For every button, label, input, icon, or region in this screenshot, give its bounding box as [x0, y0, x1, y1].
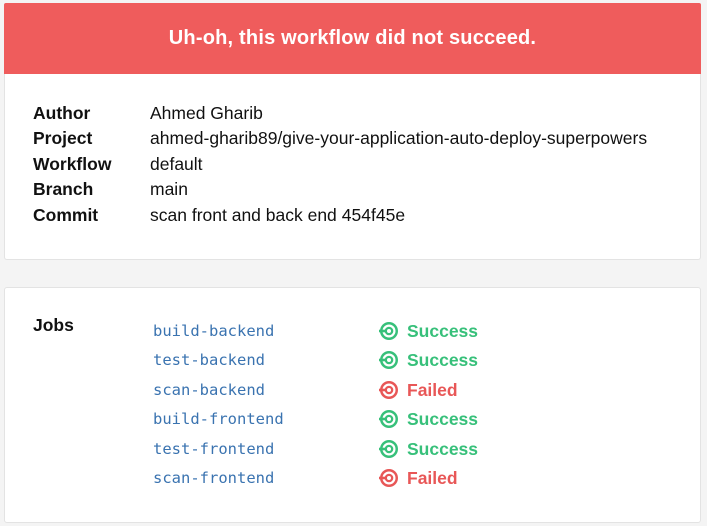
- job-status: Success: [379, 350, 478, 371]
- author-label: Author: [33, 102, 91, 123]
- job-row: scan-frontend Failed: [153, 466, 458, 490]
- failure-banner: Uh-oh, this workflow did not succeed.: [4, 3, 701, 74]
- workflow-label: Workflow: [33, 153, 112, 174]
- branch-label: Branch: [33, 178, 94, 199]
- job-status: Success: [379, 439, 478, 460]
- job-name-link[interactable]: scan-backend: [153, 381, 379, 399]
- commit-hash-link[interactable]: 454f45e: [342, 205, 405, 226]
- job-name-link[interactable]: build-frontend: [153, 410, 379, 428]
- job-row: scan-backend Failed: [153, 378, 458, 402]
- circleci-logo-icon: [379, 322, 398, 340]
- job-status-label: Success: [407, 349, 479, 370]
- jobs-label: Jobs: [33, 315, 74, 335]
- job-name-link[interactable]: test-frontend: [153, 440, 379, 458]
- job-status-label: Failed: [407, 379, 458, 400]
- job-status-label: Failed: [407, 467, 458, 488]
- job-row: build-frontend Success: [153, 407, 478, 431]
- job-status-label: Success: [407, 438, 479, 459]
- detail-row-branch: Branch main: [33, 177, 188, 201]
- workflow-link[interactable]: default: [150, 154, 203, 175]
- job-name-link[interactable]: build-backend: [153, 322, 379, 340]
- circleci-logo-icon: [379, 351, 398, 369]
- commit-label: Commit: [33, 204, 99, 225]
- detail-row-commit: Commit scan front and back end 454f45e: [33, 203, 405, 227]
- job-name-link[interactable]: test-backend: [153, 351, 379, 369]
- job-status: Success: [379, 409, 478, 430]
- job-status: Success: [379, 321, 478, 342]
- workflow-details-card: Author Ahmed Gharib Project ahmed-gharib…: [4, 74, 701, 260]
- detail-row-project: Project ahmed-gharib89/give-your-applica…: [33, 126, 647, 150]
- circleci-logo-icon: [379, 410, 398, 428]
- job-status: Failed: [379, 380, 458, 401]
- job-name-link[interactable]: scan-frontend: [153, 469, 379, 487]
- project-label: Project: [33, 127, 93, 148]
- job-status-label: Success: [407, 320, 479, 341]
- circleci-logo-icon: [379, 381, 398, 399]
- job-row: test-frontend Success: [153, 437, 478, 461]
- author-link[interactable]: Ahmed Gharib: [150, 103, 263, 124]
- job-status-label: Success: [407, 408, 479, 429]
- banner-title: Uh-oh, this workflow did not succeed.: [168, 27, 537, 49]
- job-row: build-backend Success: [153, 319, 478, 343]
- jobs-card: Jobs build-backend Success test-backend …: [4, 287, 701, 523]
- job-status: Failed: [379, 468, 458, 489]
- detail-row-author: Author Ahmed Gharib: [33, 101, 263, 125]
- commit-message: scan front and back end: [150, 204, 337, 225]
- detail-row-workflow: Workflow default: [33, 152, 203, 176]
- circleci-logo-icon: [379, 469, 398, 487]
- branch-link[interactable]: main: [150, 179, 188, 200]
- circleci-logo-icon: [379, 440, 398, 458]
- job-row: test-backend Success: [153, 348, 478, 372]
- project-link[interactable]: ahmed-gharib89/give-your-application-aut…: [150, 128, 647, 149]
